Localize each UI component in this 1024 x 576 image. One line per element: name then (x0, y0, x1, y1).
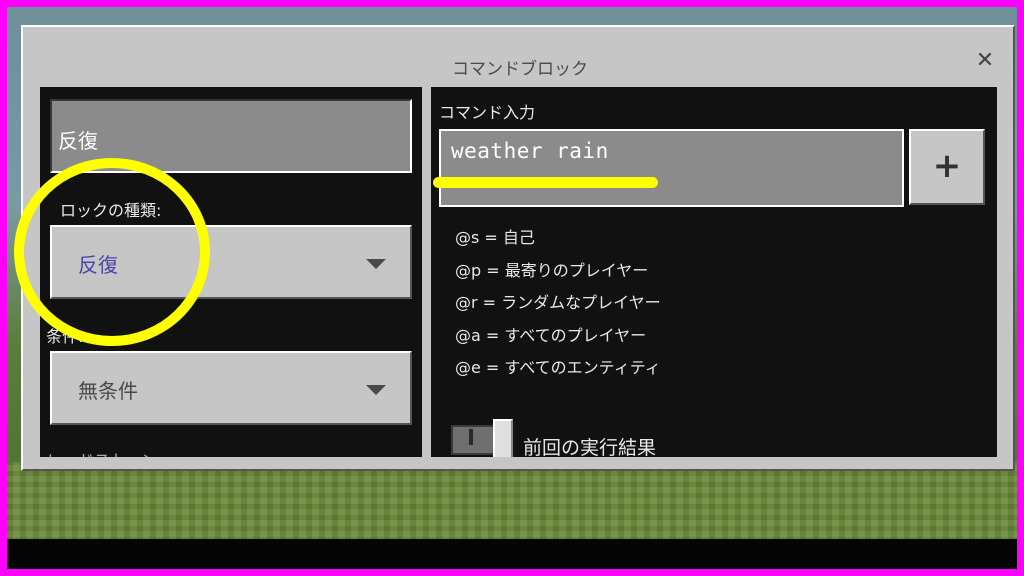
toggle-knob[interactable] (493, 419, 513, 457)
close-icon[interactable]: ✕ (973, 49, 997, 73)
chevron-down-icon (366, 385, 386, 395)
previous-output-toggle[interactable] (451, 419, 513, 457)
condition-dropdown[interactable]: 無条件 (50, 351, 412, 425)
selector-item: @p = 最寄りのプレイヤー (455, 260, 649, 280)
selector-help-list: @s = 自己 @p = 最寄りのプレイヤー @r = ランダムなプレイヤー @… (455, 222, 661, 385)
dialog-title: コマンドブロック (452, 59, 588, 80)
selector-item: @s = 自己 (455, 228, 535, 247)
bottom-letterbox (7, 539, 1017, 569)
selector-item: @e = すべてのエンティティ (455, 358, 661, 377)
command-input-label: コマンド入力 (439, 103, 536, 122)
toggle-off-mark (469, 429, 473, 445)
panel-divider (422, 87, 431, 457)
selector-item: @a = すべてのプレイヤー (455, 325, 647, 345)
selector-item: @r = ランダムなプレイヤー (455, 293, 661, 312)
grass-ground (7, 462, 1017, 542)
previous-output-label: 前回の実行結果 (523, 437, 657, 457)
right-command-panel: コマンド入力 weather rain + @s = 自己 @p = 最寄りのプ… (431, 87, 997, 457)
chevron-down-icon (366, 259, 386, 269)
command-input[interactable]: weather rain (439, 129, 904, 207)
condition-value: 無条件 (78, 379, 138, 403)
highlight-circle (14, 158, 210, 346)
add-button[interactable]: + (909, 129, 985, 205)
highlight-underline (433, 177, 658, 188)
redstone-label: レッドストーン: (46, 447, 163, 457)
